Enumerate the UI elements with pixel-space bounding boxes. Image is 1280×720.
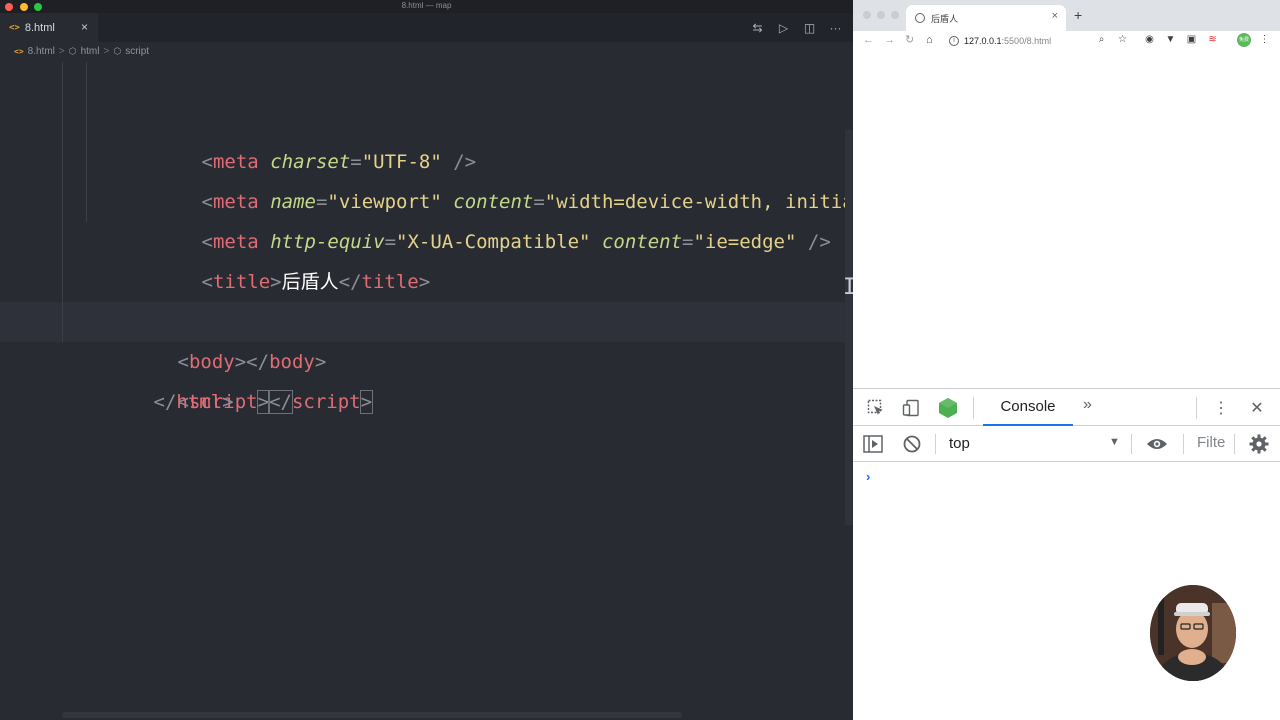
extension-square-icon[interactable]: ▣ <box>1186 34 1197 45</box>
url-path: :5500/8.html <box>1001 35 1052 46</box>
code-area[interactable]: <meta charset="UTF-8" /> <meta name="vie… <box>0 62 899 414</box>
browser-tab-title: 后盾人 <box>931 13 959 24</box>
gear-icon[interactable] <box>1248 433 1270 455</box>
profile-avatar[interactable]: 免费 <box>1237 33 1251 47</box>
code-line[interactable]: <title>后盾人</title> <box>0 182 845 293</box>
symbol-cube-icon: ⬡ <box>68 46 77 56</box>
breadcrumb-script[interactable]: script <box>125 46 149 57</box>
context-selector[interactable]: top <box>949 435 970 452</box>
window-titlebar: 8.html — map <box>0 0 853 13</box>
code-line[interactable]: </html> <box>0 342 845 413</box>
device-toolbar-icon[interactable] <box>900 397 922 419</box>
url-host: 127.0.0.1 <box>964 35 1002 46</box>
browser-tab[interactable]: 后盾人 × <box>906 5 1066 31</box>
code-editor-window: 8.html — map <> 8.html × ⇆ ▷ ◫ ··· <> 8.… <box>0 0 899 720</box>
presenter-webcam-image <box>1150 585 1236 681</box>
more-actions-icon[interactable]: ··· <box>828 20 843 35</box>
address-bar[interactable]: i 127.0.0.1:5500/8.html <box>949 33 1051 48</box>
tab-console[interactable]: Console <box>983 389 1073 426</box>
close-icon[interactable]: × <box>1052 10 1058 22</box>
reload-icon[interactable]: ↻ <box>905 31 914 49</box>
chevron-right-icon: > <box>103 46 110 57</box>
extension-vue-icon[interactable]: ▼ <box>1165 34 1176 45</box>
code-line-active[interactable]: <script></script> <box>0 302 845 414</box>
close-devtools-icon[interactable]: ✕ <box>1248 397 1266 419</box>
html-file-icon: <> <box>9 22 20 33</box>
run-icon[interactable]: ▷ <box>776 20 791 35</box>
breadcrumb-html[interactable]: html <box>81 46 100 57</box>
breadcrumb-file[interactable]: 8.html <box>28 46 55 57</box>
vertical-scrollbar[interactable] <box>845 130 853 525</box>
editor-actions: ⇆ ▷ ◫ ··· <box>750 20 843 35</box>
editor-tab-bar: <> 8.html × ⇆ ▷ ◫ ··· <box>0 13 853 42</box>
browser-toolbar: ← → ↻ ⌂ i 127.0.0.1:5500/8.html ⌕ ☆ ◉ ▼ … <box>853 31 1280 49</box>
editor-tab-8-html[interactable]: <> 8.html × <box>0 13 98 42</box>
code-line[interactable]: <body></body> <box>0 262 845 373</box>
filter-input[interactable]: Filte <box>1197 434 1225 451</box>
chevron-down-icon[interactable]: ▼ <box>1109 436 1120 448</box>
live-expression-eye-icon[interactable] <box>1145 434 1169 454</box>
close-icon[interactable]: × <box>81 20 88 34</box>
info-icon[interactable]: i <box>949 35 959 46</box>
back-icon[interactable]: ← <box>863 31 874 49</box>
symbol-cube-icon: ⬡ <box>113 46 122 56</box>
zoom-window-button[interactable] <box>891 11 899 19</box>
globe-icon <box>915 13 925 23</box>
inspect-element-icon[interactable] <box>865 397 887 419</box>
source-control-icon[interactable]: ⇆ <box>750 20 765 35</box>
console-toolbar: top ▼ Filte <box>853 426 1280 462</box>
more-tabs-icon[interactable]: » <box>1083 396 1092 414</box>
extension-circle-icon[interactable]: ◉ <box>1144 34 1155 45</box>
sidebar-toggle-icon[interactable] <box>863 434 883 454</box>
breadcrumb: <> 8.html > ⬡ html > ⬡ script <box>0 42 853 61</box>
extension-red-icon[interactable]: ≋ <box>1207 34 1218 45</box>
close-window-button[interactable] <box>863 11 871 19</box>
editor-tab-label: 8.html <box>24 21 55 34</box>
forward-icon[interactable]: → <box>884 31 895 49</box>
bookmark-star-icon[interactable]: ☆ <box>1117 34 1128 45</box>
node-js-icon[interactable] <box>937 397 959 419</box>
menu-kebab-icon[interactable]: ⋮ <box>1259 34 1270 45</box>
window-title: 8.html — map <box>401 1 452 10</box>
split-editor-icon[interactable]: ◫ <box>802 20 817 35</box>
horizontal-scrollbar[interactable] <box>62 712 682 718</box>
code-line[interactable]: <meta name="viewport" content="width=dev… <box>0 102 899 213</box>
new-tab-button[interactable]: + <box>1074 7 1082 23</box>
code-line[interactable]: <meta http-equiv="X-UA-Compatible" conte… <box>0 142 845 253</box>
page-viewport <box>853 50 1280 388</box>
browser-tab-bar: 后盾人 × + <box>853 0 1280 31</box>
devtools-tab-bar: Console » ⋮ ✕ <box>853 389 1280 426</box>
screen: 8.html — map <> 8.html × ⇆ ▷ ◫ ··· <> 8.… <box>0 0 1280 720</box>
clear-console-icon[interactable] <box>902 434 922 454</box>
html-file-icon: <> <box>14 47 24 56</box>
minimize-window-button[interactable] <box>877 11 885 19</box>
text-cursor-icon: I <box>843 275 857 300</box>
zoom-icon[interactable]: ⌕ <box>1096 34 1107 45</box>
home-icon[interactable]: ⌂ <box>926 31 933 49</box>
code-line[interactable]: </head> <box>0 222 845 333</box>
chevron-right-icon: > <box>58 46 65 57</box>
code-line[interactable]: <meta charset="UTF-8" /> <box>0 62 845 173</box>
console-prompt-icon[interactable]: › <box>866 469 870 484</box>
devtools-menu-icon[interactable]: ⋮ <box>1213 397 1229 419</box>
